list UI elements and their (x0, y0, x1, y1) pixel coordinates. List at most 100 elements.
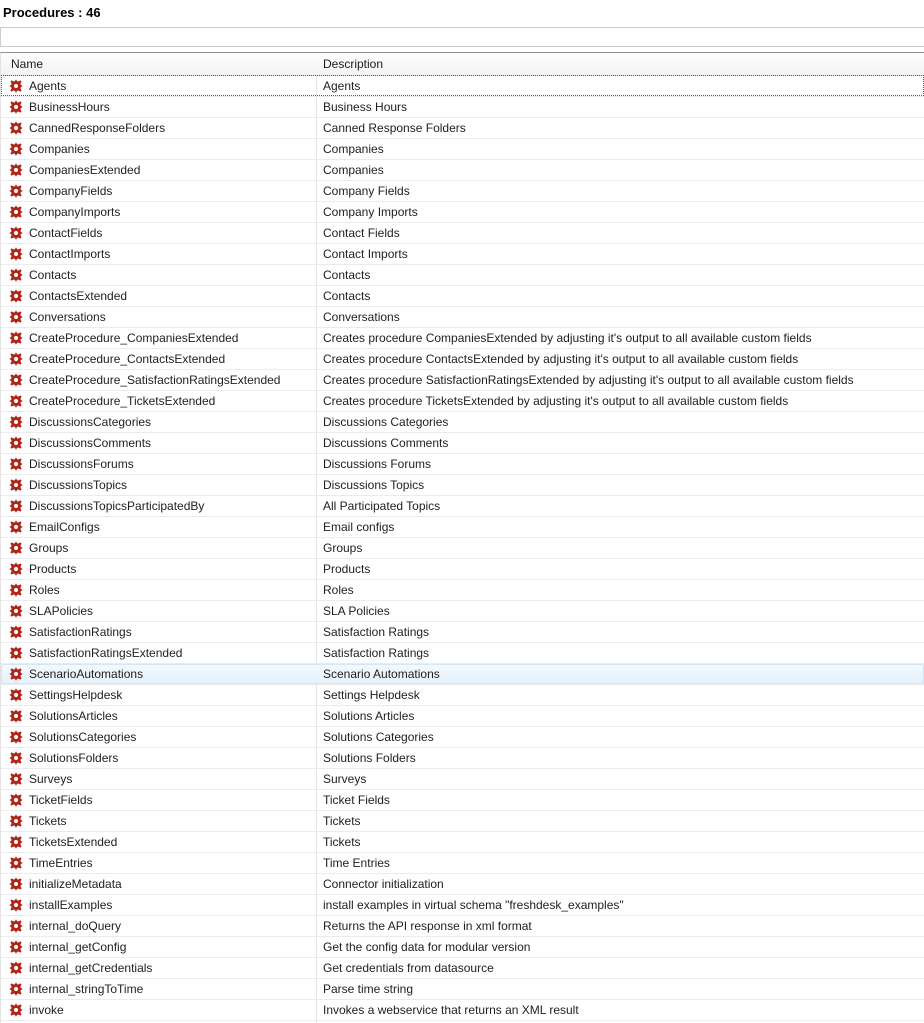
gear-icon (9, 667, 23, 681)
gear-icon (9, 268, 23, 282)
gear-icon (9, 877, 23, 891)
table-row[interactable]: Conversations Conversations (1, 307, 924, 328)
table-row[interactable]: DiscussionsTopics Discussions Topics (1, 475, 924, 496)
row-description: All Participated Topics (323, 496, 922, 516)
column-header-description[interactable]: Description (323, 53, 924, 75)
row-name: Conversations (29, 307, 311, 327)
row-description: Discussions Topics (323, 475, 922, 495)
gear-icon (9, 247, 23, 261)
procedures-page: { "header": { "title": "Procedures : 46"… (0, 0, 924, 1023)
row-description: Settings Helpdesk (323, 685, 922, 705)
row-description: Creates procedure ContactsExtended by ad… (323, 349, 922, 369)
table-row[interactable]: internal_stringToTime Parse time string (1, 979, 924, 1000)
table-row[interactable]: Roles Roles (1, 580, 924, 601)
row-description: Creates procedure TicketsExtended by adj… (323, 391, 922, 411)
row-name: SLAPolicies (29, 601, 311, 621)
table-row[interactable]: CreateProcedure_TicketsExtended Creates … (1, 391, 924, 412)
table-row[interactable]: SolutionsArticles Solutions Articles (1, 706, 924, 727)
table-row[interactable]: internal_getConfig Get the config data f… (1, 937, 924, 958)
column-header-name[interactable]: Name (11, 53, 306, 75)
gear-icon (9, 541, 23, 555)
table-row[interactable]: ContactImports Contact Imports (1, 244, 924, 265)
row-description: Contacts (323, 286, 922, 306)
table-row[interactable]: EmailConfigs Email configs (1, 517, 924, 538)
row-description: Canned Response Folders (323, 118, 922, 138)
table-row[interactable]: BusinessHours Business Hours (1, 97, 924, 118)
table-row[interactable]: invoke Invokes a webservice that returns… (1, 1000, 924, 1021)
table-row[interactable]: CannedResponseFolders Canned Response Fo… (1, 118, 924, 139)
table-row[interactable]: internal_getCredentials Get credentials … (1, 958, 924, 979)
row-description: Business Hours (323, 97, 922, 117)
table-row[interactable]: TicketFields Ticket Fields (1, 790, 924, 811)
table-row[interactable]: CreateProcedure_CompaniesExtended Create… (1, 328, 924, 349)
row-name: Surveys (29, 769, 311, 789)
table-row[interactable]: ContactsExtended Contacts (1, 286, 924, 307)
row-description: Creates procedure SatisfactionRatingsExt… (323, 370, 922, 390)
gear-icon (9, 457, 23, 471)
row-name: internal_getConfig (29, 937, 311, 957)
table-row[interactable]: CompanyFields Company Fields (1, 181, 924, 202)
row-name: initializeMetadata (29, 874, 311, 894)
row-description: Tickets (323, 811, 922, 831)
table-row[interactable]: Tickets Tickets (1, 811, 924, 832)
table-row[interactable]: Products Products (1, 559, 924, 580)
filter-input[interactable] (0, 27, 924, 47)
row-description: Creates procedure CompaniesExtended by a… (323, 328, 922, 348)
table-row[interactable]: installExamples install examples in virt… (1, 895, 924, 916)
row-name: internal_doQuery (29, 916, 311, 936)
row-description: Company Fields (323, 181, 922, 201)
table-row[interactable]: Groups Groups (1, 538, 924, 559)
gear-icon (9, 898, 23, 912)
table-row[interactable]: CreateProcedure_SatisfactionRatingsExten… (1, 370, 924, 391)
row-name: SolutionsFolders (29, 748, 311, 768)
table-row[interactable]: CompanyImports Company Imports (1, 202, 924, 223)
table-row[interactable]: SettingsHelpdesk Settings Helpdesk (1, 685, 924, 706)
table-row[interactable]: SolutionsFolders Solutions Folders (1, 748, 924, 769)
row-name: Products (29, 559, 311, 579)
table-row[interactable]: Surveys Surveys (1, 769, 924, 790)
gear-icon (9, 436, 23, 450)
table-row[interactable]: internal_doQuery Returns the API respons… (1, 916, 924, 937)
row-description: Conversations (323, 307, 922, 327)
table-row[interactable]: DiscussionsCategories Discussions Catego… (1, 412, 924, 433)
row-name: TicketsExtended (29, 832, 311, 852)
table-row[interactable]: SatisfactionRatings Satisfaction Ratings (1, 622, 924, 643)
table-row[interactable]: DiscussionsForums Discussions Forums (1, 454, 924, 475)
row-description: Companies (323, 160, 922, 180)
table-row[interactable]: Companies Companies (1, 139, 924, 160)
row-description: Solutions Categories (323, 727, 922, 747)
table-row[interactable]: SolutionsCategories Solutions Categories (1, 727, 924, 748)
gear-icon (9, 415, 23, 429)
gear-icon (9, 772, 23, 786)
row-name: internal_stringToTime (29, 979, 311, 999)
table-row[interactable]: Contacts Contacts (1, 265, 924, 286)
gear-icon (9, 583, 23, 597)
table-row[interactable]: CreateProcedure_ContactsExtended Creates… (1, 349, 924, 370)
table-row[interactable]: DiscussionsComments Discussions Comments (1, 433, 924, 454)
row-description: Contacts (323, 265, 922, 285)
row-description: Agents (323, 76, 922, 96)
table-row[interactable]: SatisfactionRatingsExtended Satisfaction… (1, 643, 924, 664)
row-name: ContactImports (29, 244, 311, 264)
table-row[interactable]: ContactFields Contact Fields (1, 223, 924, 244)
gear-icon (9, 184, 23, 198)
table-row[interactable]: initializeMetadata Connector initializat… (1, 874, 924, 895)
row-description: Contact Imports (323, 244, 922, 264)
gear-icon (9, 709, 23, 723)
page-title: Procedures : 46 (3, 5, 101, 20)
table-row[interactable]: SLAPolicies SLA Policies (1, 601, 924, 622)
table-row[interactable]: CompaniesExtended Companies (1, 160, 924, 181)
row-description: install examples in virtual schema "fres… (323, 895, 922, 915)
row-description: Products (323, 559, 922, 579)
row-name: CreateProcedure_ContactsExtended (29, 349, 311, 369)
table-row[interactable]: Agents Agents (1, 76, 924, 97)
row-name: DiscussionsCategories (29, 412, 311, 432)
gear-icon (9, 835, 23, 849)
table-row[interactable]: DiscussionsTopicsParticipatedBy All Part… (1, 496, 924, 517)
gear-icon (9, 751, 23, 765)
gear-icon (9, 163, 23, 177)
table-row[interactable]: ScenarioAutomations Scenario Automations (1, 664, 924, 685)
table-row[interactable]: TicketsExtended Tickets (1, 832, 924, 853)
table-row[interactable]: TimeEntries Time Entries (1, 853, 924, 874)
row-name: DiscussionsForums (29, 454, 311, 474)
